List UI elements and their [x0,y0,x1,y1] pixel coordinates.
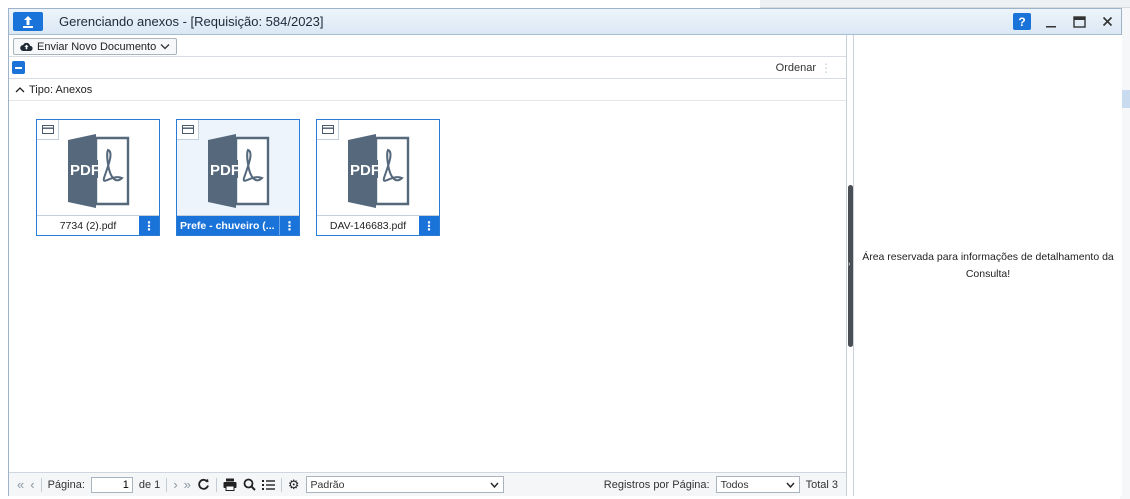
maximize-button[interactable] [1071,14,1087,30]
next-page-icon[interactable]: › [173,477,177,492]
detail-placeholder-message: Área reservada para informações de detal… [862,251,1114,280]
pagination-bar: « ‹ Página: de 1 › » ⚙ Padrão Registros … [9,472,846,496]
layout-select[interactable]: Padrão [305,476,504,493]
group-header[interactable]: Tipo: Anexos [9,79,846,101]
page-of-label: de 1 [138,478,161,491]
total-label: Total 3 [805,478,838,491]
attachments-dialog: Gerenciando anexos - [Requisição: 584/20… [8,8,1122,496]
svg-text:PDF: PDF [70,162,100,179]
per-page-label: Registros por Página: [603,478,710,491]
upload-icon [13,12,43,31]
send-new-document-label: Enviar Novo Documento [37,40,157,53]
attachment-card[interactable]: PDF DAV-146683.pdf ⋮ [316,119,440,236]
list-icon[interactable] [261,479,275,491]
attachment-card[interactable]: PDF Prefe - chuveiro (... ⋮ [176,119,300,236]
more-options-icon[interactable]: ⋮ [820,61,832,75]
card-type-icon [37,120,59,140]
pdf-file-icon: PDF [348,134,410,208]
first-page-icon[interactable]: « [17,477,24,492]
sort-bar: Ordenar ⋮ [9,57,846,79]
chevron-down-icon [160,44,170,50]
main-toolbar: Enviar Novo Documento [9,35,846,57]
card-file-name: DAV-146683.pdf [329,219,407,232]
card-type-icon [317,120,339,140]
background-app-strip [760,0,1130,8]
pdf-file-icon: PDF [208,134,270,208]
help-button[interactable]: ? [1013,13,1031,30]
card-file-name: 7734 (2).pdf [59,219,117,232]
print-icon[interactable] [223,478,237,491]
minimize-button[interactable] [1043,14,1059,30]
svg-text:PDF: PDF [350,162,380,179]
chevron-down-icon [490,482,499,488]
attachments-panel: Enviar Novo Documento Ordenar ⋮ Tipo: An… [9,35,846,496]
gear-icon[interactable]: ⚙ [288,477,300,493]
window-title: Gerenciando anexos - [Requisição: 584/20… [59,14,324,29]
sort-button[interactable]: Ordenar [776,62,816,74]
title-bar: Gerenciando anexos - [Requisição: 584/20… [9,9,1121,35]
chevron-down-icon [786,482,795,488]
card-menu-button[interactable]: ⋮ [139,216,159,235]
card-type-icon [177,120,199,140]
group-label-prefix: Tipo [29,83,50,96]
refresh-icon[interactable] [197,478,210,491]
card-menu-button[interactable]: ⋮ [419,216,439,235]
close-button[interactable] [1099,14,1115,30]
per-page-select-value: Todos [720,478,749,491]
previous-page-icon[interactable]: ‹ [30,477,34,492]
detail-panel: Área reservada para informações de detal… [854,35,1122,496]
card-file-name: Prefe - chuveiro (... [180,219,275,232]
page-label: Página: [47,478,85,491]
pdf-file-icon: PDF [68,134,130,208]
svg-text:PDF: PDF [210,162,240,179]
attachment-card[interactable]: PDF 7734 (2).pdf ⋮ [36,119,160,236]
last-page-icon[interactable]: » [184,477,191,492]
expand-arrow-icon[interactable]: › [848,261,850,268]
collapse-all-button[interactable] [12,61,25,74]
layout-select-value: Padrão [310,478,345,491]
search-icon[interactable] [243,478,256,491]
per-page-select[interactable]: Todos [715,476,800,493]
chevron-up-icon [15,87,25,93]
send-new-document-button[interactable]: Enviar Novo Documento [13,38,178,55]
page-number-input[interactable] [90,476,133,493]
card-menu-button[interactable]: ⋮ [279,216,299,235]
attachment-cards: PDF 7734 (2).pdf ⋮ PDF Prefe - chuveiro … [36,119,440,236]
cloud-upload-icon [20,42,33,51]
panel-splitter[interactable]: › [846,35,854,496]
group-label-value: : Anexos [50,83,93,96]
